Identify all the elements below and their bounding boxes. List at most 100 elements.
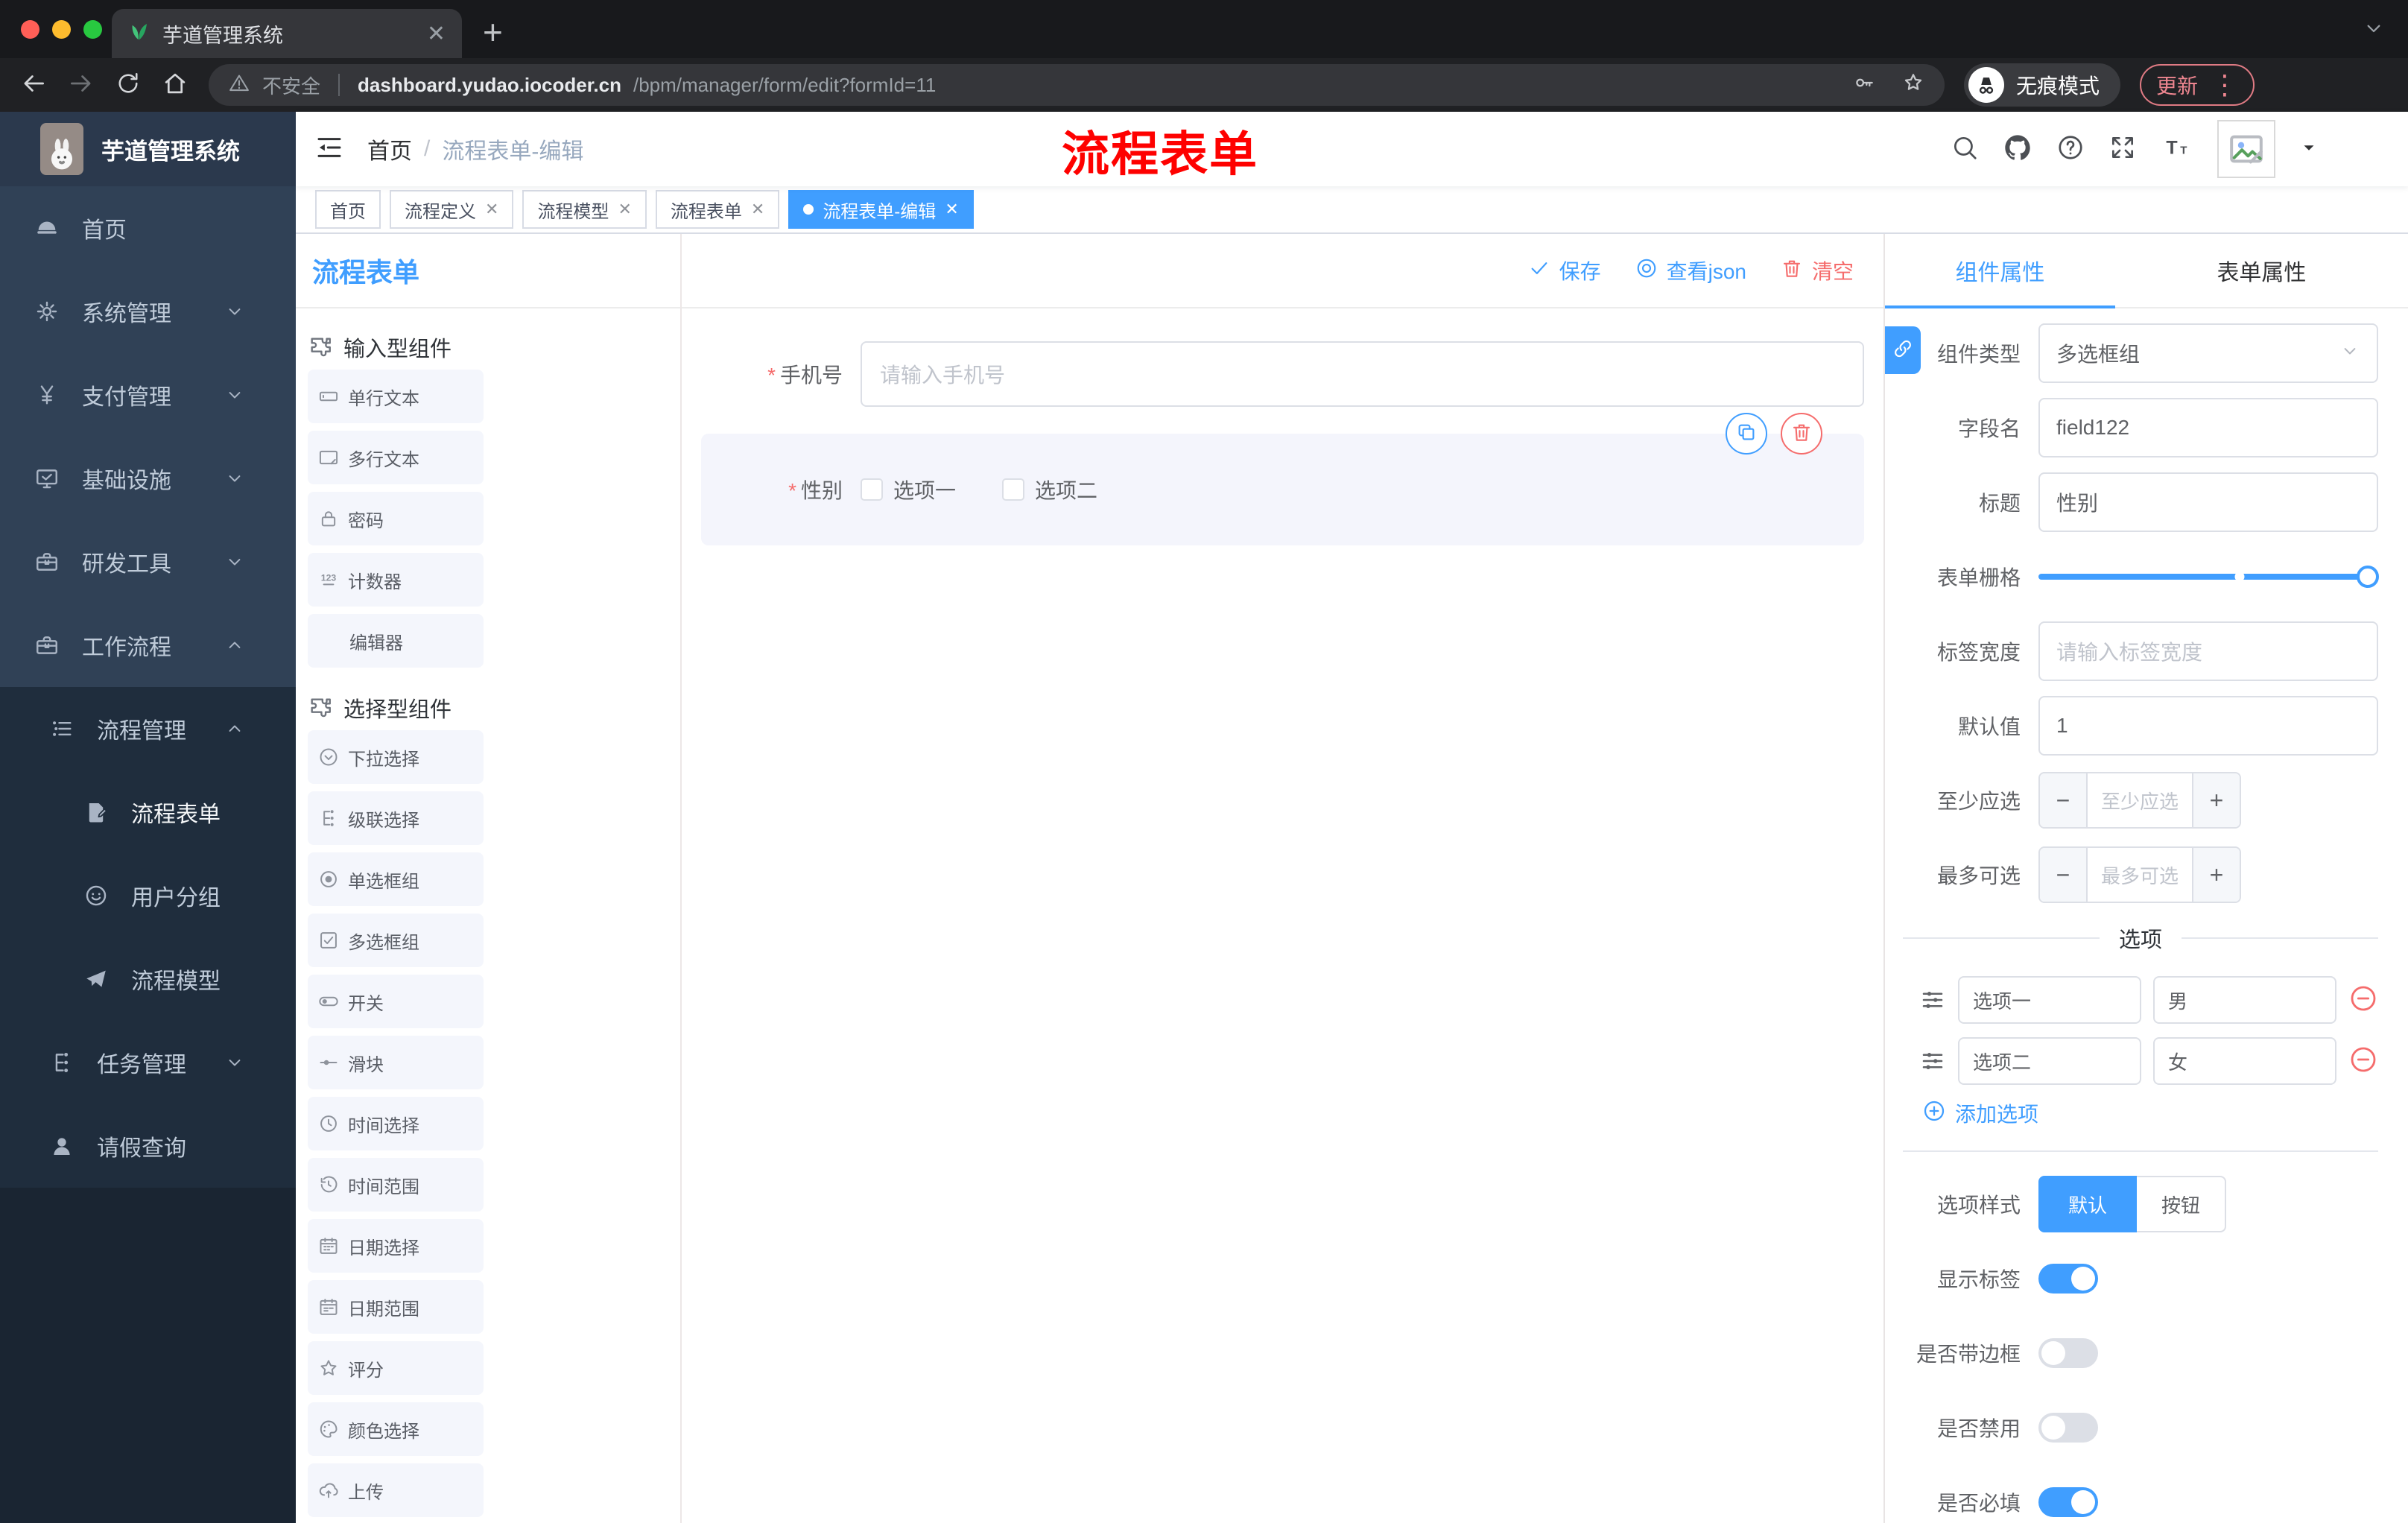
tag-1[interactable]: 流程定义 ✕ xyxy=(390,190,514,229)
max-select-stepper[interactable]: − 最多可选 + xyxy=(2038,846,2241,903)
drag-handle-icon[interactable] xyxy=(1919,1048,1946,1074)
sidebar-item-11[interactable]: 请假查询 xyxy=(0,1104,296,1188)
view-json-button[interactable]: 查看json xyxy=(1635,256,1746,285)
sidebar-item-4[interactable]: 研发工具 xyxy=(0,520,296,604)
canvas-field-gender-selected[interactable]: 性别 选项一 选项二 xyxy=(701,413,1864,545)
palette-item-1-8[interactable]: 日期选择 xyxy=(308,1219,484,1273)
font-size-button[interactable]: TT xyxy=(2161,137,2190,165)
gender-checkbox-option2[interactable]: 选项二 xyxy=(1002,475,1097,504)
component-type-select[interactable]: 多选框组 xyxy=(2038,323,2378,383)
style-button-button[interactable]: 按钮 xyxy=(2137,1176,2226,1232)
sidebar-item-2[interactable]: 支付管理 xyxy=(0,353,296,437)
help-button[interactable] xyxy=(2056,135,2085,165)
plus-button[interactable]: + xyxy=(2192,848,2240,902)
clear-button[interactable]: 清空 xyxy=(1781,256,1854,285)
palette-item-0-1[interactable]: 多行文本 xyxy=(308,431,484,484)
sidebar-item-9[interactable]: 流程模型 xyxy=(0,937,296,1021)
sidebar-item-10[interactable]: 任务管理 xyxy=(0,1021,296,1104)
fullscreen-button[interactable] xyxy=(2108,136,2137,165)
remove-option-button[interactable] xyxy=(2348,1045,2378,1078)
home-button[interactable] xyxy=(161,73,189,101)
palette-item-1-1[interactable]: 级联选择 xyxy=(308,791,484,845)
star-icon[interactable] xyxy=(1901,71,1925,95)
minimize-window-button[interactable] xyxy=(52,20,71,39)
minus-button[interactable]: − xyxy=(2040,848,2088,902)
tag-3[interactable]: 流程表单 ✕ xyxy=(655,190,780,229)
palette-item-1-9[interactable]: 日期范围 xyxy=(308,1280,484,1334)
palette-item-1-3[interactable]: 多选框组 xyxy=(308,914,484,967)
avatar[interactable] xyxy=(2217,120,2275,178)
search-button[interactable] xyxy=(1951,136,1979,165)
tag-4[interactable]: 流程表单-编辑 ✕ xyxy=(788,190,974,229)
sidebar-item-1[interactable]: 系统管理 xyxy=(0,270,296,353)
reload-button[interactable] xyxy=(115,72,142,100)
tab-component-props[interactable]: 组件属性 xyxy=(1885,254,2115,287)
palette-item-0-2[interactable]: 密码 xyxy=(308,492,484,545)
sidebar-item-8[interactable]: 用户分组 xyxy=(0,854,296,937)
default-value-input[interactable]: 1 xyxy=(2038,696,2378,756)
save-button[interactable]: 保存 xyxy=(1528,256,1601,285)
key-icon[interactable] xyxy=(1852,71,1876,95)
breadcrumb-home[interactable]: 首页 xyxy=(367,133,412,165)
option-label-input[interactable]: 选项二 xyxy=(1958,1037,2141,1085)
option-value-input[interactable]: 女 xyxy=(2153,1037,2336,1085)
menu-dots-icon[interactable]: ⋮ xyxy=(2211,69,2238,101)
palette-item-0-0[interactable]: 单行文本 xyxy=(308,370,484,423)
sidebar-item-0[interactable]: 首页 xyxy=(0,186,296,270)
toggle-switch[interactable] xyxy=(2038,1487,2098,1517)
palette-item-0-4[interactable]: 编辑器 xyxy=(308,614,484,668)
field-phone-input[interactable]: 请输入手机号 xyxy=(861,341,1864,407)
new-tab-button[interactable]: + xyxy=(483,15,503,49)
field-name-input[interactable]: field122 xyxy=(2038,398,2378,457)
add-option-button[interactable]: 添加选项 xyxy=(1885,1098,2378,1128)
toggle-switch[interactable] xyxy=(2038,1413,2098,1443)
maximize-window-button[interactable] xyxy=(83,20,102,39)
palette-item-1-4[interactable]: 开关 xyxy=(308,975,484,1028)
minus-button[interactable]: − xyxy=(2040,773,2088,827)
tab-close-icon[interactable]: ✕ xyxy=(427,21,446,47)
style-default-button[interactable]: 默认 xyxy=(2038,1176,2137,1232)
toggle-switch[interactable] xyxy=(2038,1264,2098,1294)
sidebar-item-6[interactable]: 流程管理 xyxy=(0,687,296,770)
update-button[interactable]: 更新 ⋮ xyxy=(2140,64,2255,106)
palette-item-1-7[interactable]: 时间范围 xyxy=(308,1158,484,1212)
sidebar-item-7[interactable]: 流程表单 xyxy=(0,770,296,854)
browser-tab[interactable]: 芋道管理系统 ✕ xyxy=(112,9,462,58)
palette-item-1-5[interactable]: 滑块 xyxy=(308,1036,484,1089)
plus-button[interactable]: + xyxy=(2192,773,2240,827)
remove-option-button[interactable] xyxy=(2348,984,2378,1017)
palette-item-1-0[interactable]: 下拉选择 xyxy=(308,730,484,784)
grid-slider[interactable] xyxy=(2038,566,2379,588)
palette-item-1-12[interactable]: 上传 xyxy=(308,1463,484,1517)
back-button[interactable] xyxy=(19,75,48,101)
sidebar-item-5[interactable]: 工作流程 xyxy=(0,604,296,687)
tag-close-icon[interactable]: ✕ xyxy=(945,200,958,219)
link-tab[interactable] xyxy=(1885,326,1921,374)
sidebar-item-3[interactable]: 基础设施 xyxy=(0,437,296,520)
title-input[interactable]: 性别 xyxy=(2038,472,2378,532)
tag-close-icon[interactable]: ✕ xyxy=(485,200,498,219)
option-value-input[interactable]: 男 xyxy=(2153,976,2336,1024)
forward-button[interactable] xyxy=(67,75,95,101)
sidebar-toggle[interactable] xyxy=(314,137,345,166)
user-menu-caret[interactable] xyxy=(2299,145,2319,160)
tag-close-icon[interactable]: ✕ xyxy=(618,200,631,219)
tab-form-props[interactable]: 表单属性 xyxy=(2115,254,2408,287)
palette-item-0-3[interactable]: 123 计数器 xyxy=(308,553,484,607)
drag-handle-icon[interactable] xyxy=(1919,987,1946,1013)
url-bar[interactable]: 不安全 dashboard.yudao.iocoder.cn /bpm/mana… xyxy=(209,64,1945,106)
tag-0[interactable]: 首页 xyxy=(315,190,381,229)
toggle-switch[interactable] xyxy=(2038,1338,2098,1368)
palette-item-1-11[interactable]: 颜色选择 xyxy=(308,1402,484,1456)
copy-field-button[interactable] xyxy=(1726,413,1767,455)
tag-2[interactable]: 流程模型 ✕ xyxy=(522,190,647,229)
min-select-stepper[interactable]: − 至少应选 + xyxy=(2038,772,2241,829)
gender-checkbox-option1[interactable]: 选项一 xyxy=(861,475,956,504)
github-button[interactable] xyxy=(2003,134,2032,165)
label-width-input[interactable]: 请输入标签宽度 xyxy=(2038,621,2378,681)
option-label-input[interactable]: 选项一 xyxy=(1958,976,2141,1024)
close-window-button[interactable] xyxy=(21,20,39,39)
palette-item-1-6[interactable]: 时间选择 xyxy=(308,1097,484,1150)
canvas-field-phone[interactable]: 手机号 请输入手机号 xyxy=(692,341,1864,407)
palette-item-1-2[interactable]: 单选框组 xyxy=(308,852,484,906)
